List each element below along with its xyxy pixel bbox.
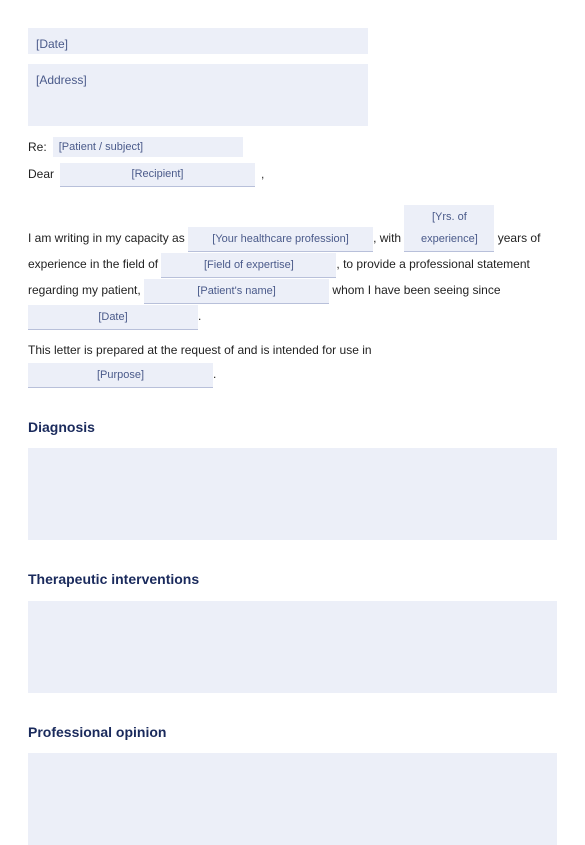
field-expertise-field[interactable]: [Field of expertise] <box>161 253 336 278</box>
patient-subject-field[interactable]: [Patient / subject] <box>53 137 243 157</box>
text-fragment: . <box>198 309 201 323</box>
text-fragment: whom I have been seeing since <box>329 283 500 297</box>
body-paragraph-1: I am writing in my capacity as [Your hea… <box>28 205 557 330</box>
opinion-box[interactable] <box>28 753 557 845</box>
purpose-field[interactable]: [Purpose] <box>28 363 213 388</box>
date-field[interactable]: [Date] <box>28 28 368 54</box>
patient-name-field[interactable]: [Patient's name] <box>144 279 329 304</box>
dear-line: Dear [Recipient], <box>28 163 557 187</box>
diagnosis-heading: Diagnosis <box>28 414 557 441</box>
recipient-field[interactable]: [Recipient] <box>60 163 255 187</box>
diagnosis-box[interactable] <box>28 448 557 540</box>
text-fragment: . <box>213 367 216 381</box>
profession-field[interactable]: [Your healthcare profession] <box>188 227 373 252</box>
therapeutic-box[interactable] <box>28 601 557 693</box>
dear-label: Dear <box>28 163 54 186</box>
address-field[interactable]: [Address] <box>28 64 368 126</box>
comma: , <box>261 163 264 186</box>
body-paragraph-2: This letter is prepared at the request o… <box>28 338 557 388</box>
text-fragment: I am writing in my capacity as <box>28 231 188 245</box>
re-line: Re: [Patient / subject] <box>28 136 557 159</box>
re-label: Re: <box>28 136 47 159</box>
therapeutic-heading: Therapeutic interventions <box>28 566 557 593</box>
years-field[interactable]: [Yrs. of experience] <box>404 205 494 252</box>
text-fragment: , with <box>373 231 404 245</box>
text-fragment: This letter is prepared at the request o… <box>28 343 372 357</box>
since-date-field[interactable]: [Date] <box>28 305 198 330</box>
opinion-heading: Professional opinion <box>28 719 557 746</box>
